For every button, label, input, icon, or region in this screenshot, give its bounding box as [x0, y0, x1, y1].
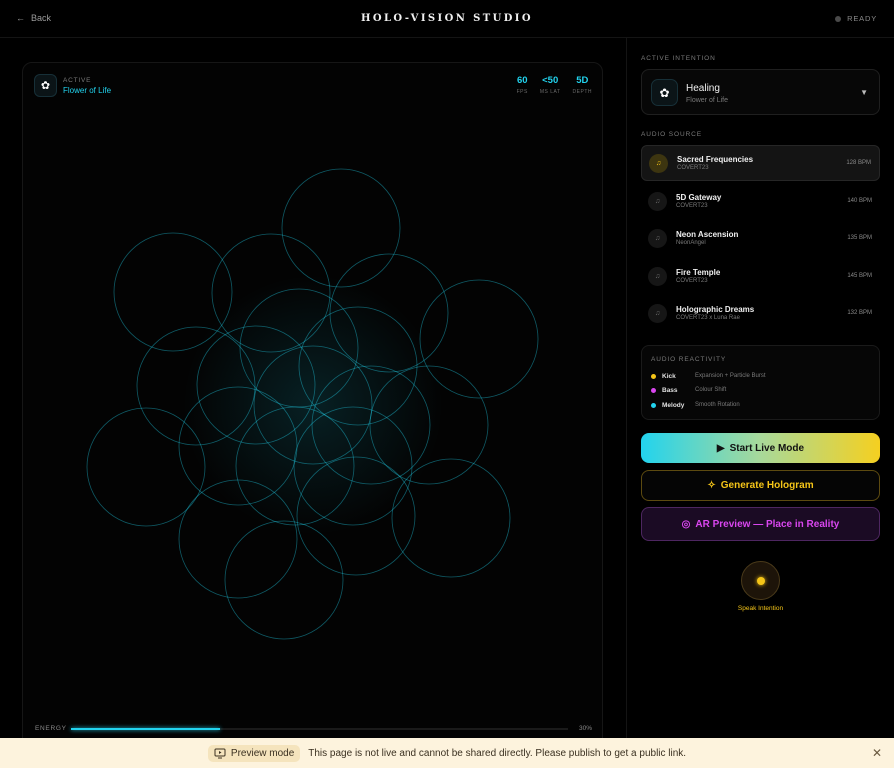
reactivity-row-kick: Kick Expansion + Particle Burst — [651, 370, 871, 382]
stat-value: <50 — [542, 75, 559, 86]
energy-track — [71, 727, 568, 730]
track-item[interactable]: ♫ 5D Gateway COVERT23 140 BPM — [641, 183, 880, 221]
bass-dot-icon — [651, 387, 656, 393]
reactivity-desc: Expansion + Particle Burst — [695, 373, 766, 379]
panel-divider — [626, 38, 627, 738]
track-name: Sacred Frequencies — [677, 155, 754, 164]
monitor-icon — [214, 748, 226, 758]
track-item[interactable]: ♫ Neon Ascension NeonAngel 135 BPM — [641, 220, 880, 258]
track-name: Holographic Dreams — [676, 305, 755, 314]
flower-of-life-hologram — [86, 168, 539, 640]
speak-intention-label: Speak Intention — [737, 605, 784, 612]
melody-dot-icon — [651, 402, 656, 408]
track-artist: COVERT23 — [677, 165, 709, 171]
music-note-icon: ♫ — [648, 304, 667, 323]
start-live-mode-button[interactable]: ▶ Start Live Mode — [641, 433, 880, 463]
top-bar: ← Back HOLO-VISION STUDIO READY — [0, 0, 894, 38]
intention-pattern: Flower of Life — [686, 97, 729, 104]
stat-label: DEPTH — [572, 89, 592, 95]
hologram-circles — [86, 168, 539, 640]
reactivity-desc: Smooth Rotation — [695, 402, 740, 408]
track-name: Fire Temple — [676, 267, 721, 277]
music-note-icon: ♫ — [648, 229, 667, 248]
stat-value: 5D — [576, 75, 589, 86]
track-artist: COVERT23 x Luna Rae — [676, 315, 740, 321]
hologram-stage[interactable]: ✿ ACTIVE Flower of Life 60 FPS <50 MS LA… — [22, 62, 603, 748]
flower-icon: ✿ — [651, 79, 678, 106]
audio-reactivity-panel: AUDIO REACTIVITY Kick Expansion + Partic… — [641, 345, 880, 420]
status-indicator: READY — [835, 14, 877, 23]
intention-section-title: ACTIVE INTENTION — [641, 55, 716, 62]
status-label: READY — [847, 14, 877, 23]
play-icon: ▶ — [716, 442, 725, 454]
track-item[interactable]: ♫ Sacred Frequencies COVERT23 128 BPM — [641, 145, 880, 181]
energy-label: ENERGY — [35, 725, 67, 732]
track-name: 5D Gateway — [676, 192, 722, 202]
track-artist: COVERT23 — [676, 277, 708, 284]
stage-stats: 60 FPS <50 MS LAT 5D DEPTH — [517, 75, 592, 95]
flower-icon: ✿ — [34, 74, 57, 97]
reactivity-name: Melody — [662, 401, 685, 409]
active-pattern-header: ✿ ACTIVE Flower of Life — [34, 74, 111, 97]
generate-hologram-label: Generate Hologram — [720, 480, 814, 491]
audio-section-title: AUDIO SOURCE — [641, 131, 703, 138]
energy-meter: ENERGY 30% — [35, 725, 592, 732]
stat-label: FPS — [516, 89, 528, 95]
ar-preview-label: AR Preview — Place in Reality — [695, 518, 840, 530]
close-icon[interactable]: ✕ — [872, 746, 882, 760]
generate-hologram-button[interactable]: ✧ Generate Hologram — [641, 470, 880, 501]
preview-banner: Preview mode This page is not live and c… — [0, 738, 894, 768]
reactivity-desc: Colour Shift — [695, 387, 727, 393]
track-name: Neon Ascension — [676, 230, 739, 239]
reactivity-title: AUDIO REACTIVITY — [651, 356, 727, 363]
stat-label: MS LAT — [539, 89, 561, 95]
reactivity-row-melody: Melody Smooth Rotation — [651, 399, 871, 411]
ar-preview-button[interactable]: ◎ AR Preview — Place in Reality — [641, 507, 880, 541]
music-note-icon: ♫ — [648, 191, 667, 211]
stat-value: 60 — [516, 75, 528, 86]
track-list: ♫ Sacred Frequencies COVERT23 128 BPM ♫ … — [641, 145, 880, 333]
speak-intention-button[interactable] — [741, 561, 780, 600]
track-artist: NeonAngel — [676, 240, 706, 246]
energy-fill — [71, 727, 221, 730]
hologram-ring — [281, 168, 401, 288]
track-item[interactable]: ♫ Holographic Dreams COVERT23 x Luna Rae… — [641, 295, 880, 333]
preview-mode-badge: Preview mode — [207, 744, 301, 762]
microphone-icon — [756, 576, 765, 585]
reactivity-row-bass: Bass Colour Shift — [651, 384, 871, 396]
active-pattern-name: Flower of Life — [63, 85, 112, 95]
status-dot-icon — [835, 15, 842, 22]
music-note-icon: ♫ — [649, 154, 668, 173]
chevron-down-icon: ▼ — [860, 88, 868, 97]
active-label: ACTIVE — [63, 76, 92, 84]
reactivity-name: Bass — [662, 386, 678, 394]
music-note-icon: ♫ — [648, 266, 667, 286]
sparkle-icon: ✧ — [707, 480, 716, 491]
reactivity-name: Kick — [662, 372, 676, 380]
intention-name: Healing — [686, 83, 720, 94]
preview-mode-label: Preview mode — [230, 747, 295, 759]
track-bpm: 140 BPM — [847, 197, 872, 204]
app-title: HOLO-VISION STUDIO — [360, 13, 533, 24]
start-live-mode-label: Start Live Mode — [729, 442, 805, 454]
intention-select[interactable]: ✿ Healing Flower of Life ▼ — [641, 69, 880, 115]
track-bpm: 145 BPM — [847, 272, 872, 279]
stat-fps: 60 FPS — [517, 75, 528, 95]
kick-dot-icon — [651, 373, 656, 379]
preview-message: This page is not live and cannot be shar… — [308, 747, 687, 759]
hologram-ring — [224, 520, 344, 640]
track-bpm: 128 BPM — [846, 160, 871, 166]
track-artist: COVERT23 — [676, 202, 708, 209]
energy-percent: 30% — [578, 725, 592, 732]
ar-icon: ◎ — [681, 518, 691, 530]
stat-depth: 5D DEPTH — [573, 75, 592, 95]
track-bpm: 135 BPM — [847, 235, 872, 241]
track-bpm: 132 BPM — [847, 310, 872, 316]
track-item[interactable]: ♫ Fire Temple COVERT23 145 BPM — [641, 258, 880, 296]
stat-latency: <50 MS LAT — [540, 75, 561, 95]
